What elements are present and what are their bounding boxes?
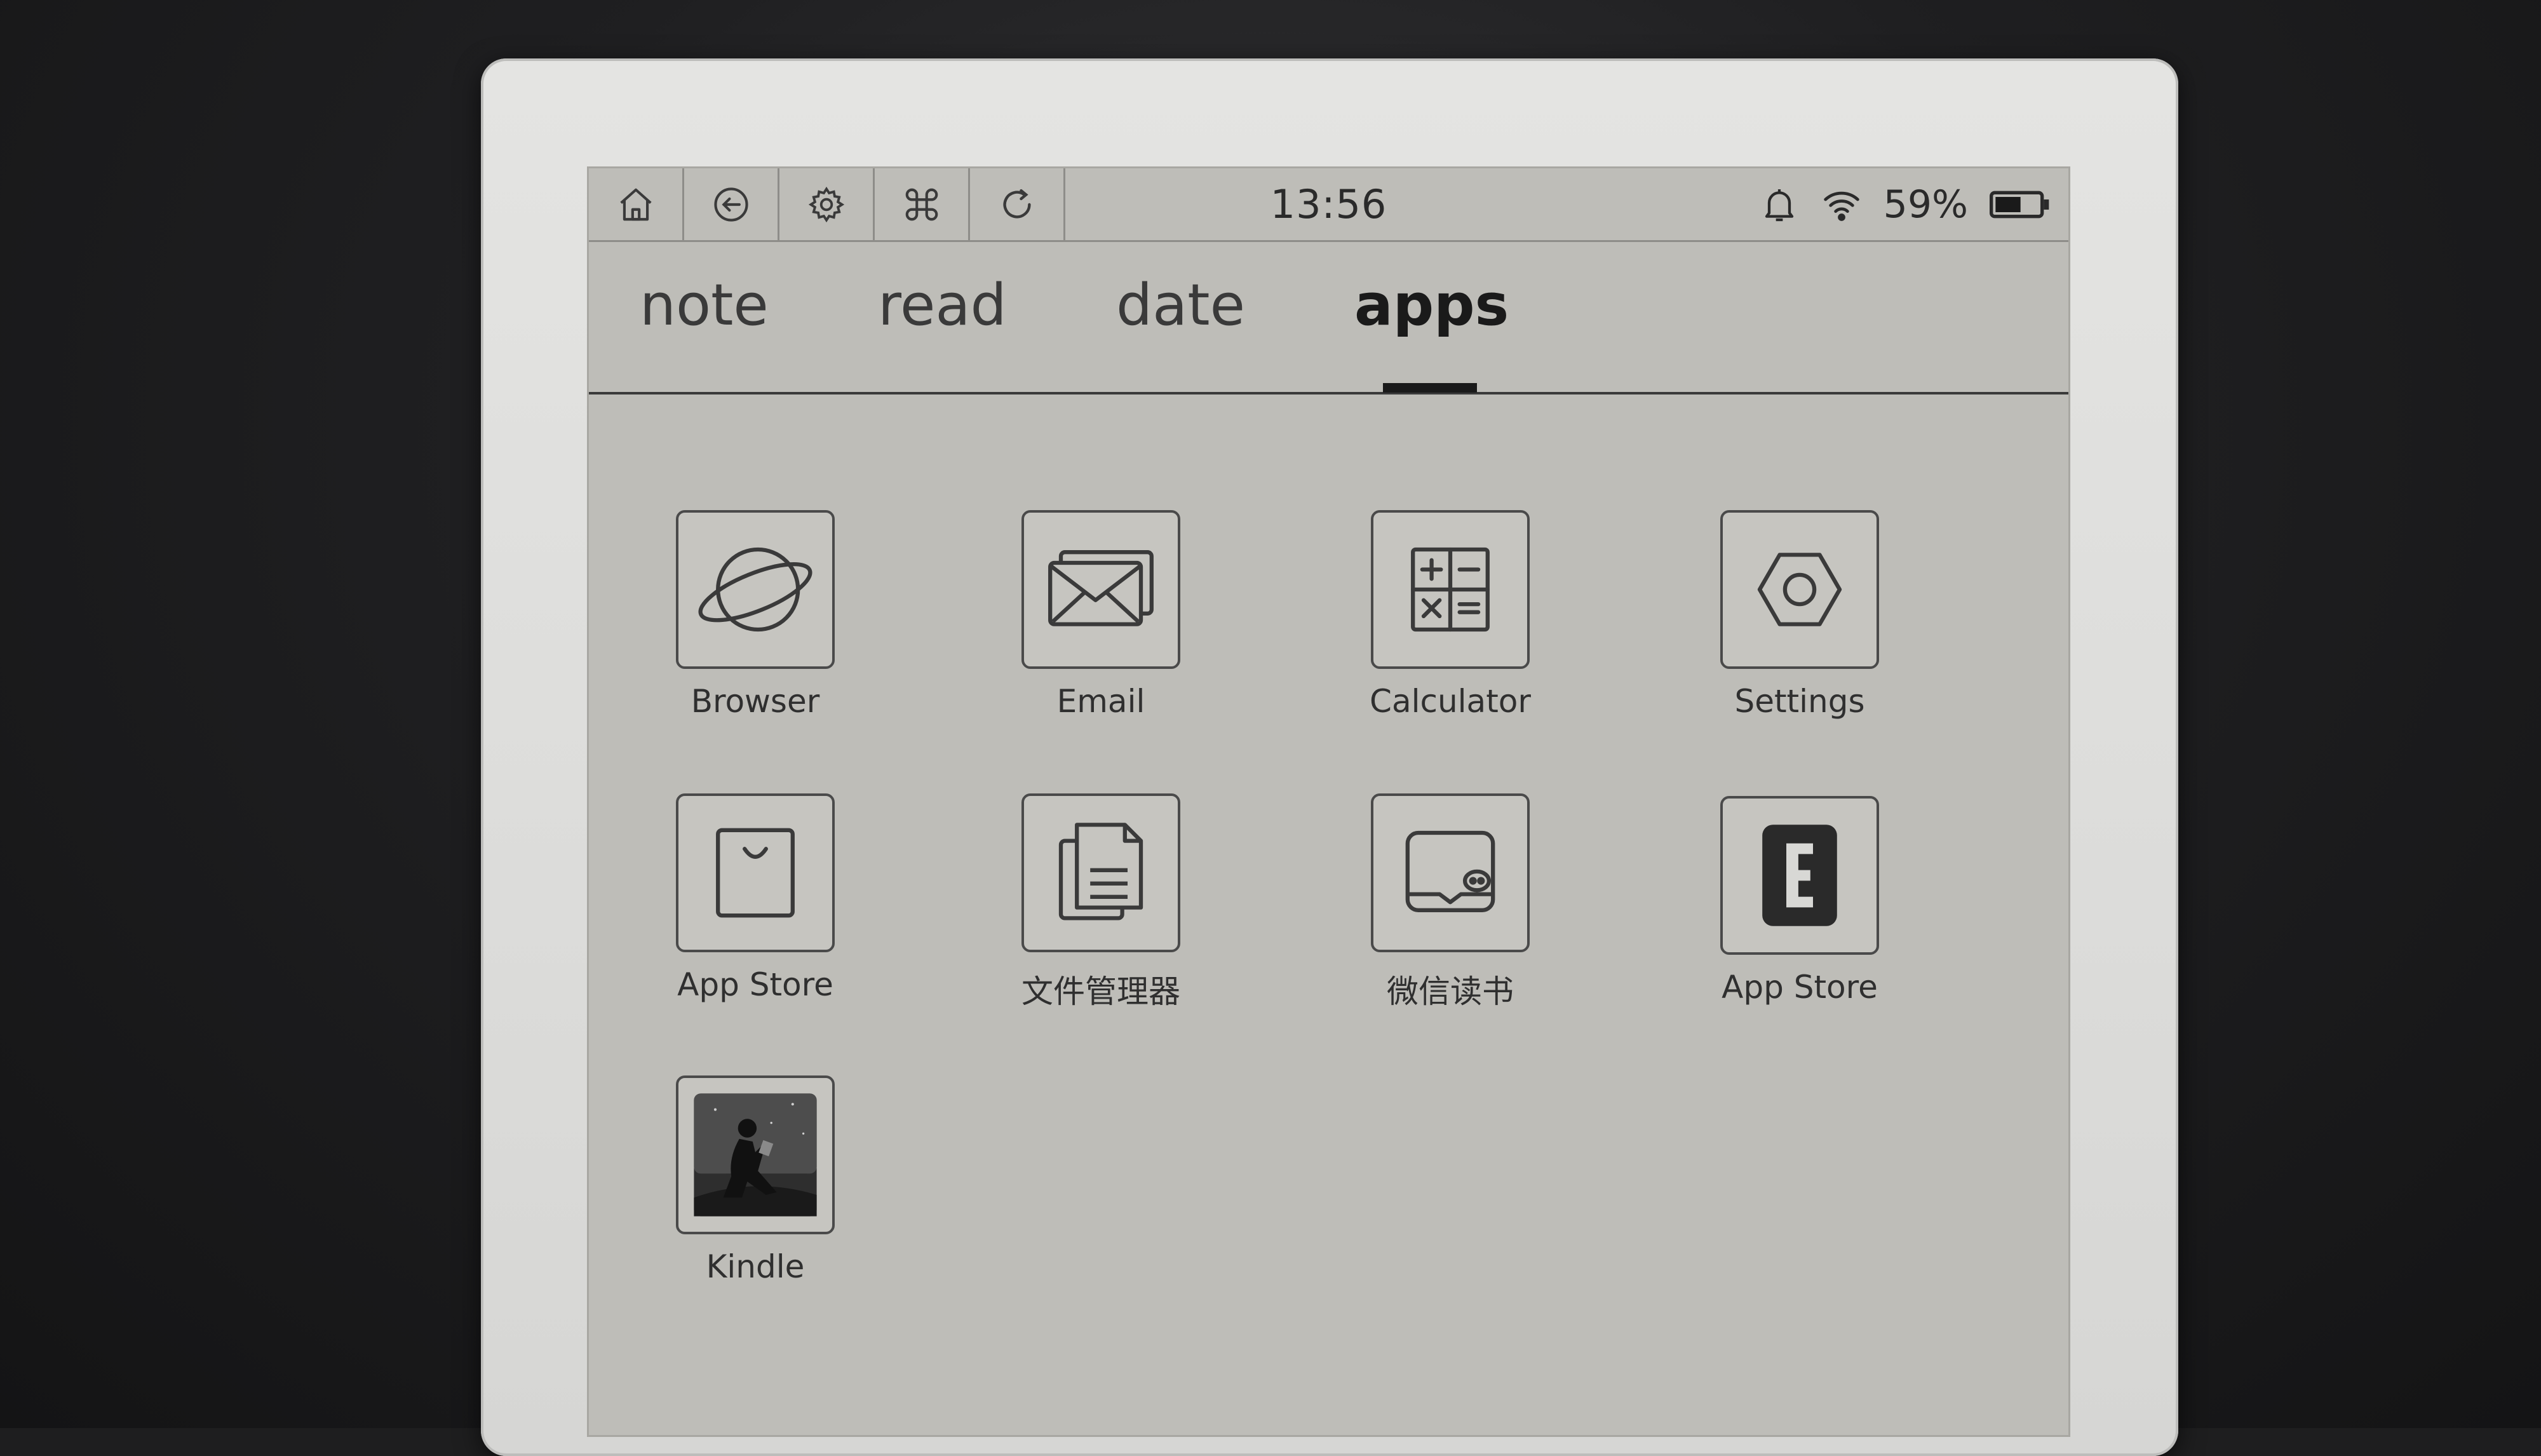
battery-fill [1995, 196, 2021, 212]
tab-bar: note read date apps [589, 242, 2068, 394]
app-browser[interactable]: Browser [608, 510, 837, 764]
home-button[interactable] [589, 168, 684, 240]
command-icon [905, 188, 938, 220]
app-label: 文件管理器 [1021, 973, 1180, 1010]
tab-note[interactable]: note [640, 267, 769, 344]
app-label: App Store [1722, 969, 1878, 1006]
app-settings[interactable]: Settings [1652, 510, 1881, 764]
command-button[interactable] [875, 168, 970, 240]
clock-time: 13:56 [1270, 181, 1387, 227]
app-label: Calculator [1370, 683, 1531, 720]
settings-button[interactable] [779, 168, 875, 240]
bell-icon[interactable] [1759, 184, 1800, 225]
gear-icon [808, 186, 844, 222]
home-icon [619, 188, 652, 220]
app-app-store[interactable]: App Store [608, 793, 837, 1048]
back-button[interactable] [684, 168, 779, 240]
app-label: App Store [677, 966, 833, 1003]
app-app-store-e[interactable]: App Store [1652, 796, 1881, 1050]
app-calculator[interactable]: Calculator [1303, 510, 1532, 764]
app-label: 微信读书 [1387, 973, 1514, 1010]
calculator-icon [1411, 547, 1490, 632]
app-label: Kindle [706, 1248, 805, 1285]
app-wechat-read[interactable]: 微信读书 [1303, 793, 1532, 1048]
file-manager-icon [1058, 823, 1143, 920]
browser-globe-icon [698, 547, 812, 632]
settings-hexagon-icon [1757, 553, 1842, 626]
battery-percent: 59% [1883, 182, 1968, 227]
app-store-bag-icon [716, 828, 795, 918]
app-file-manager[interactable]: 文件管理器 [954, 793, 1182, 1048]
email-icon [1048, 550, 1154, 626]
back-icon [713, 187, 748, 222]
wechat-read-icon [1405, 830, 1495, 912]
battery-icon [1990, 191, 2049, 218]
app-email[interactable]: Email [954, 510, 1182, 764]
device-screen: 13:56 59% note read date apps Browser Em… [587, 166, 2070, 1437]
app-kindle[interactable]: Kindle [608, 1075, 837, 1330]
app-label: Email [1056, 683, 1145, 720]
status-indicators: 59% [1759, 168, 2051, 240]
kindle-reader-icon [694, 1093, 817, 1217]
tab-read[interactable]: read [878, 267, 1007, 344]
wifi-icon[interactable] [1821, 184, 1862, 225]
status-bar: 13:56 59% [589, 168, 2068, 242]
tab-apps[interactable]: apps [1354, 267, 1509, 344]
app-label: Settings [1734, 683, 1865, 720]
app-store-e-icon [1762, 825, 1837, 926]
tab-date[interactable]: date [1116, 267, 1245, 344]
app-label: Browser [691, 683, 820, 720]
refresh-button[interactable] [970, 168, 1065, 240]
active-tab-indicator [1383, 383, 1477, 393]
refresh-icon [1002, 189, 1031, 218]
